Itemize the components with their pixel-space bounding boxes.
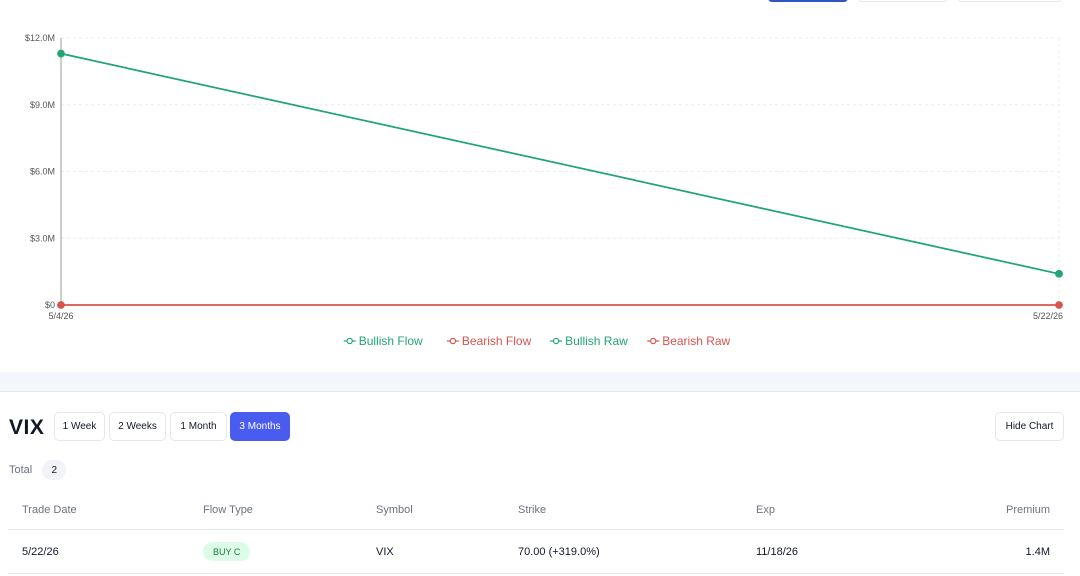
x-tick-label: 5/4/26 xyxy=(48,311,73,321)
legend-swatch-marker xyxy=(449,337,457,345)
cell-exp: 11/18/26 xyxy=(756,546,799,558)
range-button-1-week[interactable]: 1 Week xyxy=(54,412,105,441)
table-header-row: Trade Date Flow Type Symbol Strike Exp P… xyxy=(8,492,1064,530)
header-premium[interactable]: Premium xyxy=(1006,504,1050,516)
data-point xyxy=(1055,301,1063,309)
data-point xyxy=(57,301,65,309)
total-count-badge: 2 xyxy=(42,460,67,480)
data-point xyxy=(57,49,65,58)
legend-item-label: Bearish Flow xyxy=(462,334,532,348)
cell-strike: 70.00 (+319.0%) xyxy=(518,546,600,558)
cell-symbol: VIX xyxy=(376,546,394,558)
header-flow-type[interactable]: Flow Type xyxy=(203,504,253,516)
flow-line-chart: $0 $3.0M $6.0M $9.0M $12.0M 5/4/26 5/22/26 Bul… xyxy=(25,33,1063,348)
data-point xyxy=(1055,270,1063,278)
x-tick-label: 5/22/26 xyxy=(1033,311,1063,321)
section-divider-band xyxy=(0,372,1080,392)
legend-swatch-marker xyxy=(552,337,560,345)
series-line xyxy=(60,52,1060,275)
header-symbol[interactable]: Symbol xyxy=(376,504,413,516)
header-trade-date[interactable]: Trade Date xyxy=(22,504,77,516)
y-tick-label: $6.0M xyxy=(30,167,55,177)
controls-bar: VIX 1 Week 2 Weeks 1 Month 3 Months Hide… xyxy=(0,392,1080,452)
total-summary: Total 2 xyxy=(9,460,67,480)
table-row[interactable]: 5/22/26 BUY C VIX 70.00 (+319.0%) 11/18/… xyxy=(8,530,1064,574)
range-button-2-weeks[interactable]: 2 Weeks xyxy=(109,412,166,441)
legend-item-label: Bullish Raw xyxy=(565,334,628,348)
legend-swatch-marker xyxy=(650,337,657,345)
cell-trade-date: 5/22/26 xyxy=(22,546,59,558)
symbol-title: VIX xyxy=(9,416,45,439)
header-strike[interactable]: Strike xyxy=(518,504,546,516)
legend-swatch-marker xyxy=(346,337,353,345)
total-label: Total xyxy=(9,464,33,476)
y-tick-label: $0 xyxy=(45,300,55,310)
legend-item-label: Bearish Raw xyxy=(662,334,730,348)
hide-chart-button[interactable]: Hide Chart xyxy=(995,412,1064,441)
range-button-3-months[interactable]: 3 Months xyxy=(230,412,290,441)
flow-type-badge: BUY C xyxy=(203,542,251,561)
y-tick-label: $9.0M xyxy=(30,100,55,110)
header-exp[interactable]: Exp xyxy=(756,504,775,516)
legend-item-label: Bullish Flow xyxy=(359,334,423,348)
y-tick-label: $12.0M xyxy=(25,33,55,43)
y-tick-label: $3.0M xyxy=(30,233,55,243)
range-button-1-month[interactable]: 1 Month xyxy=(170,412,227,441)
flow-table: Trade Date Flow Type Symbol Strike Exp P… xyxy=(8,492,1064,574)
cell-premium: 1.4M xyxy=(1025,546,1050,558)
